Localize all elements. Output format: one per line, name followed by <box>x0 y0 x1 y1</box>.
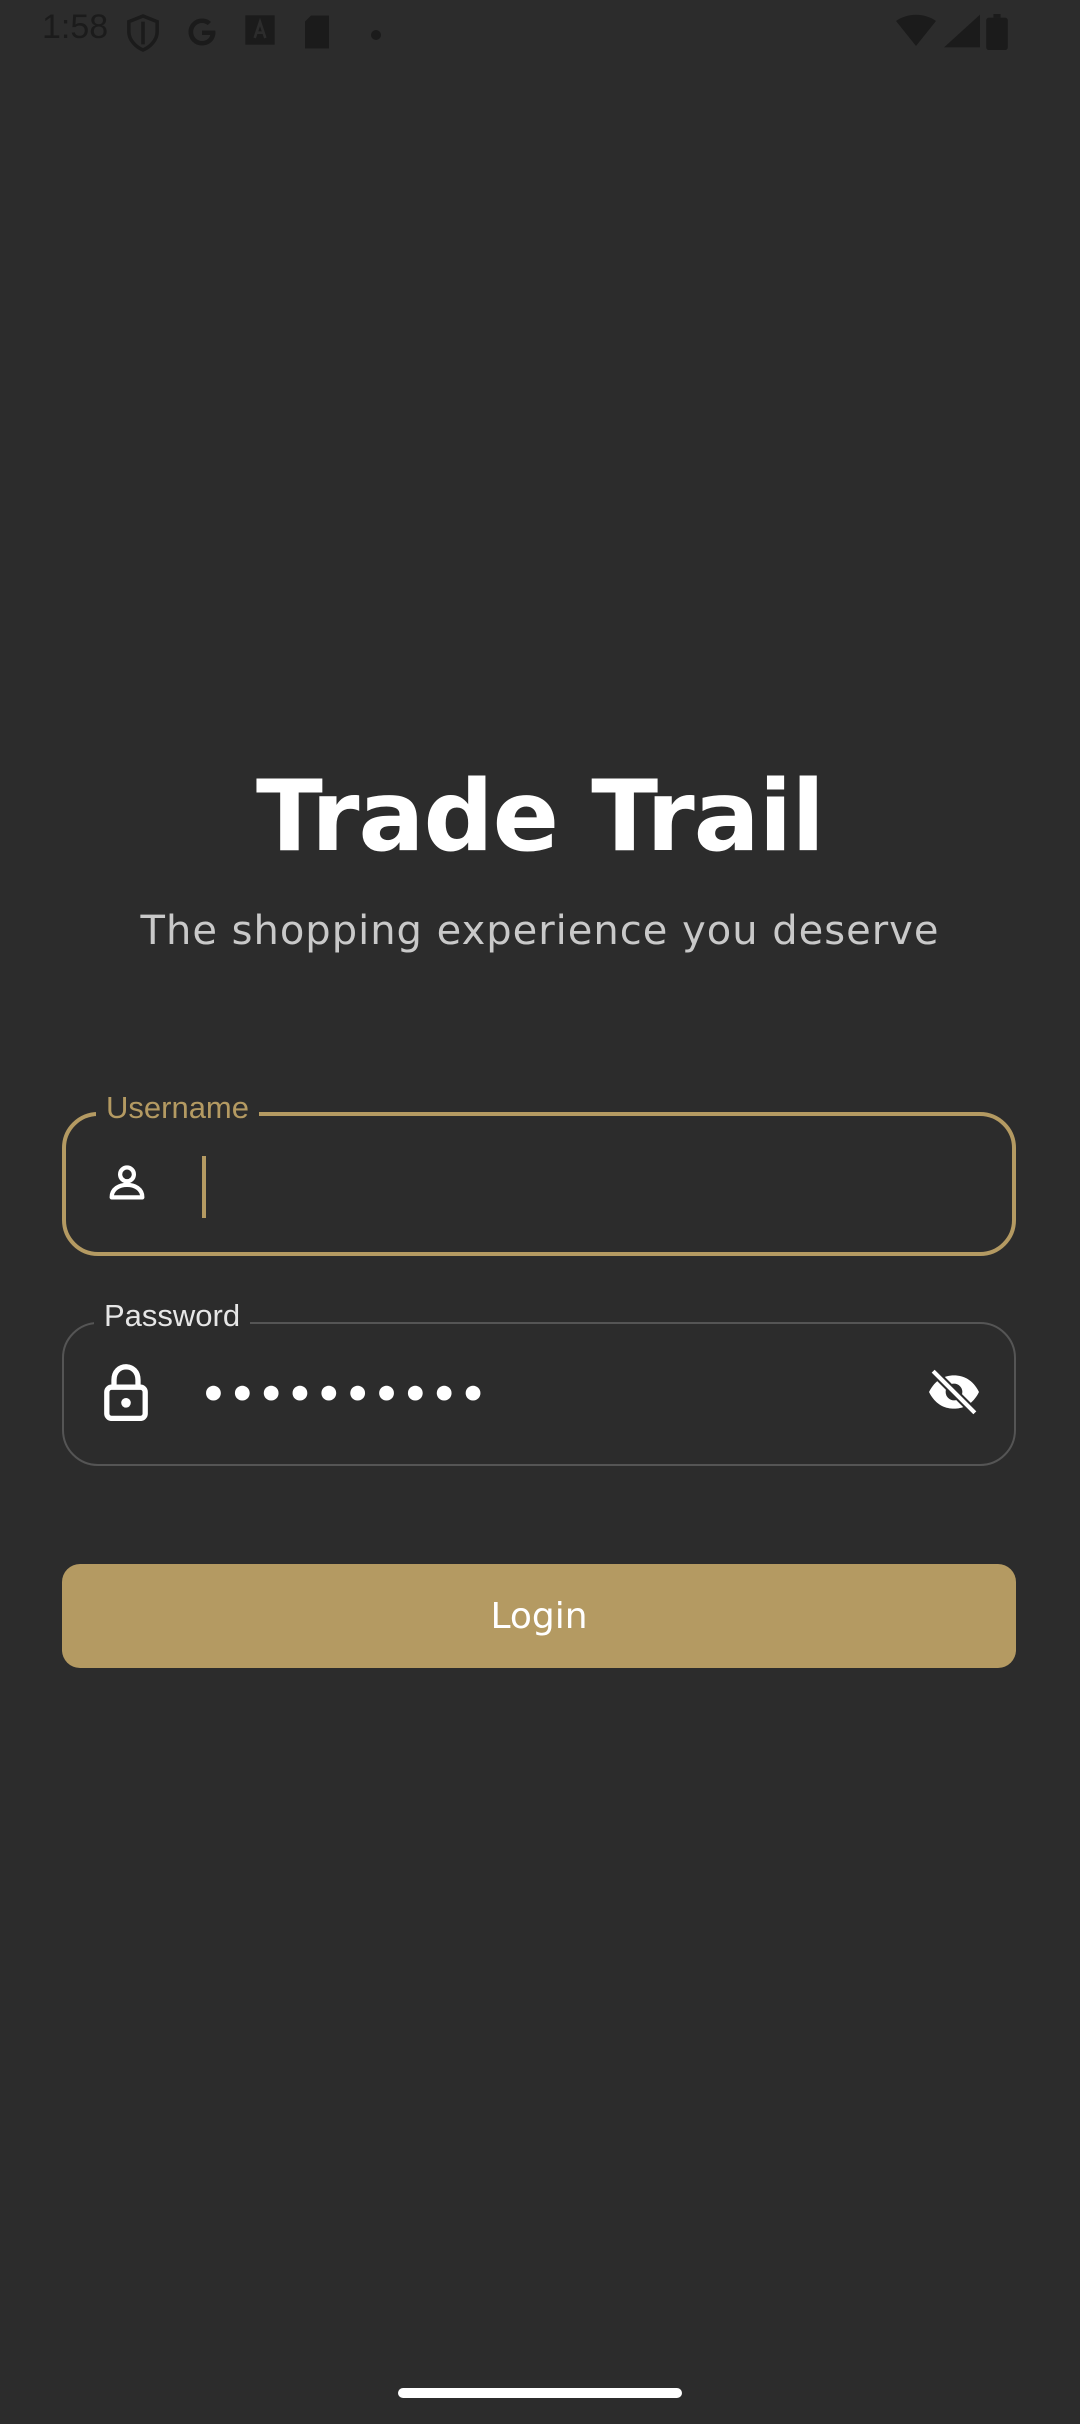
person-icon <box>104 1159 150 1209</box>
app-title: Trade Trail <box>255 760 825 874</box>
google-icon <box>184 14 220 54</box>
login-button[interactable]: Login <box>62 1564 1016 1668</box>
wifi-icon <box>896 14 936 52</box>
password-value: •••••••••• <box>200 1369 489 1419</box>
eye-off-icon[interactable] <box>924 1367 984 1421</box>
username-field[interactable]: Username <box>62 1090 1016 1256</box>
font-icon <box>244 14 276 50</box>
sd-card-icon <box>302 14 332 54</box>
text-cursor <box>202 1156 206 1218</box>
password-field[interactable]: Password •••••••••• <box>62 1298 1016 1466</box>
signal-icon <box>944 14 980 52</box>
status-bar: 1:58 <box>0 0 1080 64</box>
app-subtitle: The shopping experience you deserve <box>140 908 940 954</box>
shield-icon <box>126 14 160 56</box>
lock-icon <box>102 1363 150 1425</box>
home-indicator[interactable] <box>398 2388 682 2398</box>
battery-icon <box>986 14 1008 54</box>
username-label: Username <box>96 1090 259 1126</box>
status-time: 1:58 <box>42 8 109 46</box>
password-label: Password <box>94 1298 251 1334</box>
dot-icon <box>370 26 382 45</box>
